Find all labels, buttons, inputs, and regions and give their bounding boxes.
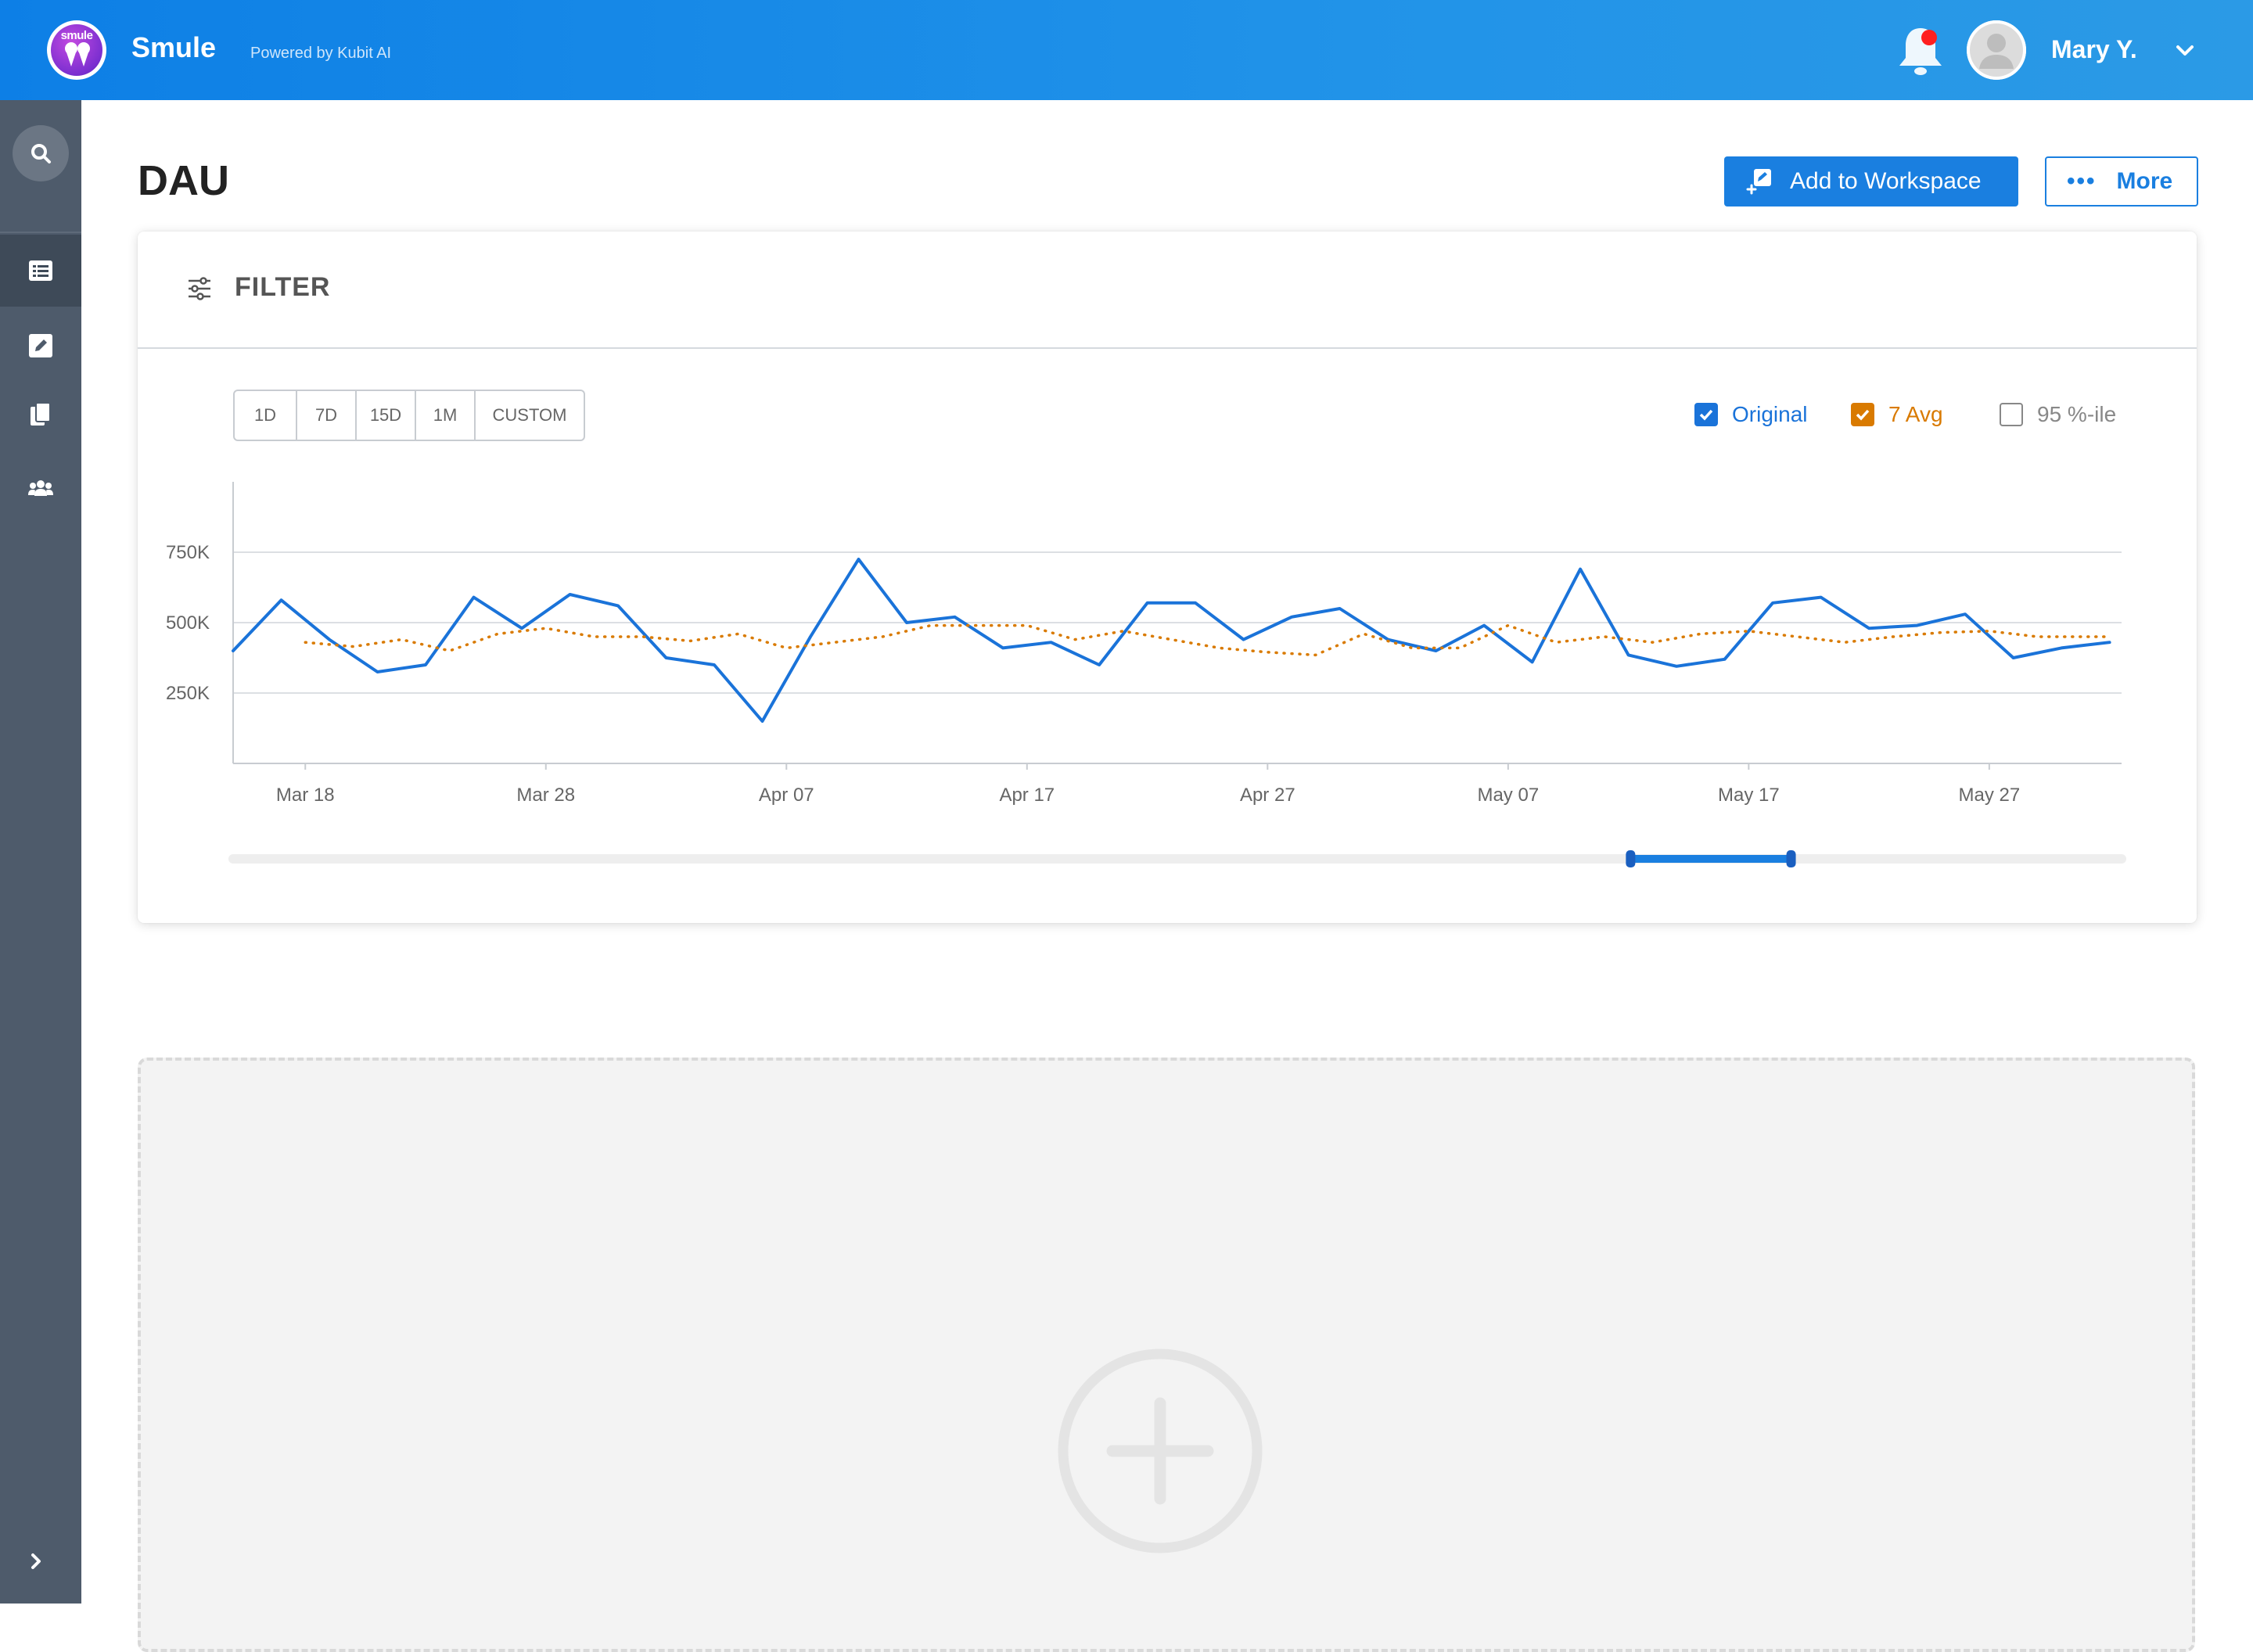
range-handle-right[interactable] <box>1787 850 1796 867</box>
sidebar-divider <box>0 232 81 233</box>
more-dots-icon: ••• <box>2067 168 2097 195</box>
chart-card: FILTER 1D 7D 15D 1M CUSTOM Original 7 Av… <box>138 232 2197 923</box>
x-tick-label: Apr 27 <box>1240 785 1295 806</box>
series-line-original <box>233 559 2110 721</box>
add-widget-area[interactable] <box>138 1058 2195 1652</box>
more-label: More <box>2117 168 2173 195</box>
logo-wordmark: smule <box>51 29 102 42</box>
search-icon <box>30 142 52 164</box>
user-avatar[interactable] <box>1967 20 2026 80</box>
range-handle-left[interactable] <box>1626 850 1635 867</box>
microphones-icon <box>62 41 93 68</box>
smule-logo-icon: smule <box>51 24 102 76</box>
user-name[interactable]: Mary Y. <box>2051 35 2137 64</box>
sidebar-item-copy[interactable] <box>0 379 81 451</box>
x-tick-label: Mar 18 <box>276 785 335 806</box>
plus-circle-icon[interactable] <box>1058 1349 1263 1553</box>
series-line-7-avg <box>305 626 2109 655</box>
add-to-workspace-button[interactable]: Add to Workspace <box>1724 156 2018 206</box>
x-tick-label: Mar 28 <box>516 785 575 806</box>
users-icon <box>27 479 54 497</box>
notifications-bell-icon[interactable] <box>1893 22 1948 78</box>
list-icon <box>28 260 53 282</box>
dau-line-chart: 250K 500K 750K Mar 18 Mar 28 Apr 07 Apr 17 Apr … <box>138 232 2197 923</box>
top-bar: smule Smule Powered by Kubit AI Mary Y. <box>0 0 2253 100</box>
x-tick-label: Apr 17 <box>999 785 1055 806</box>
user-silhouette-icon <box>1967 20 2026 80</box>
powered-by-text: Powered by Kubit AI <box>250 45 391 63</box>
add-to-workspace-icon <box>1743 166 1774 197</box>
x-tick-label: May 27 <box>1959 785 2021 806</box>
chevron-right-icon[interactable] <box>23 1549 49 1574</box>
y-tick-label: 250K <box>166 683 210 704</box>
brand-logo[interactable]: smule <box>47 20 106 80</box>
x-tick-label: May 17 <box>1718 785 1780 806</box>
more-button[interactable]: ••• More <box>2045 156 2198 206</box>
sidebar-item-list[interactable] <box>0 235 81 307</box>
sidebar-item-users[interactable] <box>0 452 81 524</box>
add-to-workspace-label: Add to Workspace <box>1790 168 1982 195</box>
chevron-down-icon[interactable] <box>2173 41 2197 59</box>
sidebar-search-button[interactable] <box>13 125 69 181</box>
y-tick-label: 500K <box>166 612 210 634</box>
copy-icon <box>29 401 52 428</box>
brand-name: Smule <box>131 31 216 64</box>
page-title: DAU <box>138 156 229 205</box>
y-tick-label: 750K <box>166 542 210 563</box>
sidebar-item-edit[interactable] <box>0 310 81 382</box>
edit-icon <box>28 333 53 358</box>
notification-dot <box>1921 30 1937 45</box>
x-tick-label: May 07 <box>1477 785 1539 806</box>
x-tick-label: Apr 07 <box>759 785 814 806</box>
sidebar <box>0 100 81 1604</box>
